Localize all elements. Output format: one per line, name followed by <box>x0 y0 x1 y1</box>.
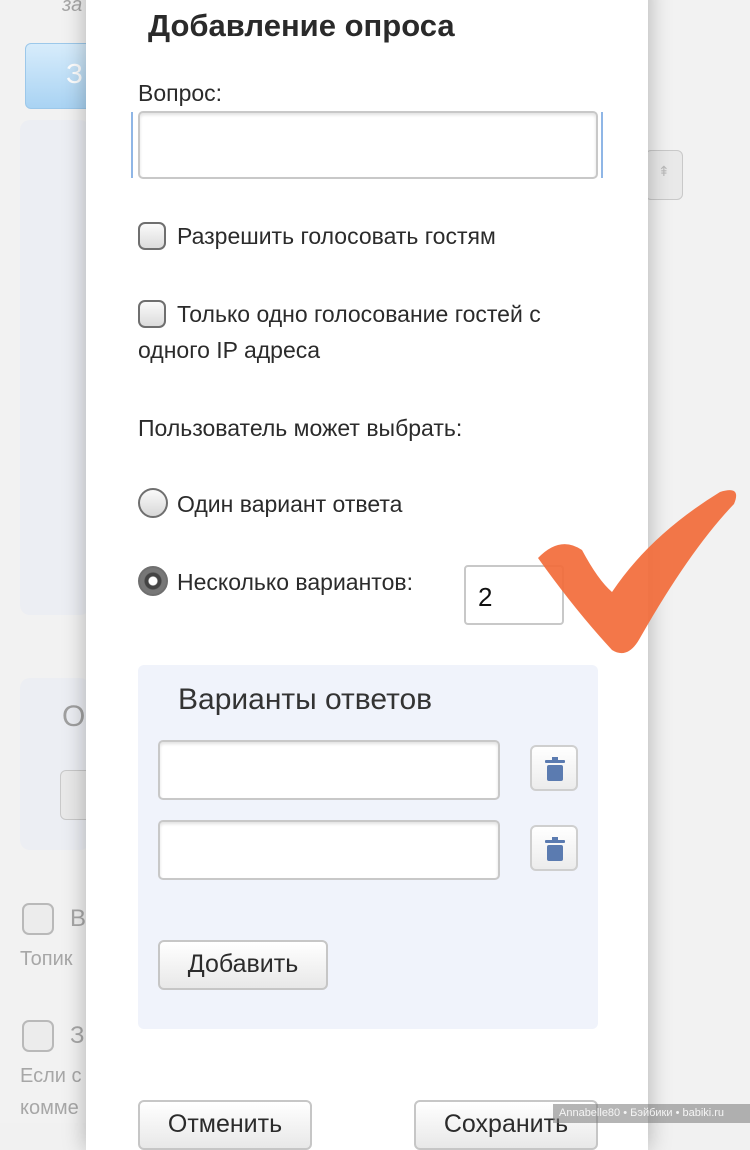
background-panel-top <box>20 120 90 615</box>
one-vote-per-ip-label: Только одно голосование гостей с <box>177 301 541 327</box>
background-checkbox-1 <box>22 903 54 935</box>
multiple-options-label: Несколько вариантов: <box>177 569 413 595</box>
question-input[interactable] <box>138 111 598 179</box>
background-panel-section: О <box>20 678 102 850</box>
input-focus-indicator <box>131 112 133 178</box>
answer-option-input-2[interactable] <box>158 820 500 880</box>
delete-answer-button-2[interactable] <box>530 825 578 871</box>
one-vote-per-ip-checkbox[interactable] <box>138 300 166 328</box>
question-label: Вопрос: <box>138 80 223 106</box>
delete-answer-button-1[interactable] <box>530 745 578 791</box>
background-option2-hint-line2: комме <box>20 1097 79 1119</box>
background-checkbox-2 <box>22 1020 54 1052</box>
user-can-choose-label: Пользователь может выбрать: <box>138 415 463 441</box>
input-focus-indicator-right <box>601 112 603 178</box>
trash-icon <box>545 757 565 781</box>
background-scroll-button: ⇞ <box>645 150 683 200</box>
add-answer-button[interactable]: Добавить <box>158 940 328 990</box>
single-option-radio[interactable] <box>138 488 168 518</box>
answer-options-title: Варианты ответов <box>178 683 433 716</box>
trash-icon <box>545 837 565 861</box>
background-option1-fragment: В <box>70 905 87 932</box>
dialog-title: Добавление опроса <box>148 8 455 43</box>
allow-guests-label: Разрешить голосовать гостям <box>177 223 496 249</box>
background-option1-hint: Топик <box>20 948 73 970</box>
allow-guests-checkbox[interactable] <box>138 222 166 250</box>
checkmark-annotation-icon <box>538 490 737 654</box>
close-icon[interactable]: × <box>608 0 623 3</box>
answer-options-panel: Варианты ответов Добавить <box>138 665 598 1029</box>
multiple-options-radio[interactable] <box>138 566 168 596</box>
cancel-button[interactable]: Отменить <box>138 1100 312 1150</box>
watermark: Annabelle80 • Бэйбики • babiki.ru <box>553 1104 750 1123</box>
background-section-fragment: О <box>62 700 86 733</box>
background-text-fragment: за <box>62 0 83 16</box>
background-option2-hint-line1: Если с <box>20 1065 82 1087</box>
background-option2-fragment: З <box>70 1022 85 1049</box>
one-vote-per-ip-label-line2: одного IP адреса <box>138 337 321 363</box>
answer-option-input-1[interactable] <box>158 740 500 800</box>
background-button-label: З <box>66 58 83 89</box>
single-option-label: Один вариант ответа <box>177 491 403 517</box>
